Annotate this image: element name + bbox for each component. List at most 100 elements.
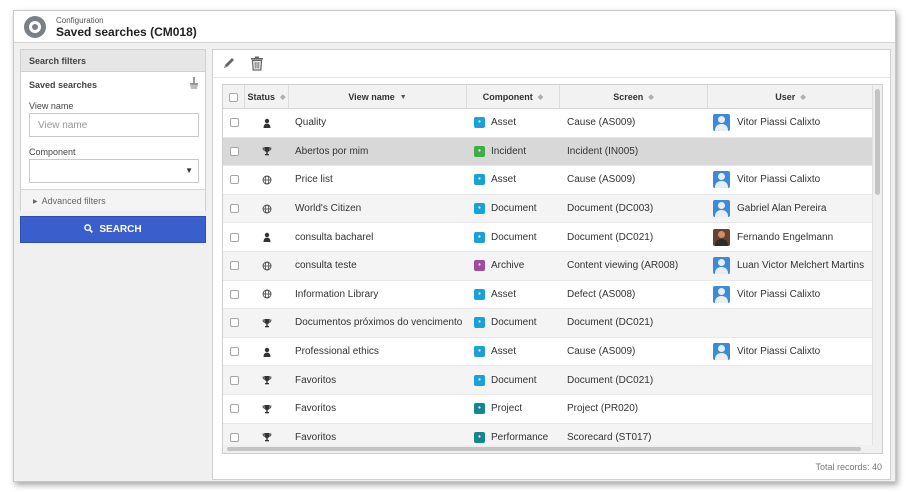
- view-name-cell: Professional ethics: [295, 346, 379, 358]
- screen-cell: Cause (AS009): [567, 117, 636, 129]
- component-name: Project: [491, 403, 523, 415]
- row-checkbox[interactable]: [229, 432, 239, 442]
- row-checkbox[interactable]: [229, 232, 239, 242]
- screen-cell: Content viewing (AR008): [567, 260, 679, 272]
- advanced-filters-toggle[interactable]: ▶ Advanced filters: [21, 189, 205, 211]
- user-cell: Fernando Engelmann: [708, 223, 873, 251]
- globe-icon: [245, 195, 289, 223]
- screen-column-header[interactable]: Screen ◆: [560, 85, 708, 109]
- table-row[interactable]: Quality • Asset Cause (AS009) Vitor Piassi C…: [223, 109, 873, 138]
- status-column-header[interactable]: Status ◆: [245, 85, 289, 109]
- expand-triangle-icon: ▶: [33, 199, 38, 206]
- user-avatar: [713, 228, 730, 246]
- person-icon: [245, 223, 289, 251]
- horizontal-scroll-thumb[interactable]: [227, 447, 861, 451]
- screen-cell: Project (PR020): [567, 403, 639, 415]
- screen-cell: Document (DC003): [567, 203, 654, 215]
- row-checkbox[interactable]: [229, 175, 239, 185]
- table-row[interactable]: Price list • Asset Cause (AS009) Vitor Piass…: [223, 166, 873, 195]
- table-row[interactable]: Professional ethics • Asset Cause (AS009) Vi…: [223, 338, 873, 367]
- component-name: Incident: [491, 145, 527, 157]
- row-checkbox[interactable]: [229, 118, 239, 128]
- clear-filters-icon[interactable]: [189, 77, 199, 89]
- table-row[interactable]: World's Citizen • Document Document (DC003)…: [223, 194, 873, 224]
- table-row[interactable]: Information Library • Asset Defect (AS008) V…: [223, 281, 873, 310]
- table-row[interactable]: consulta teste • Archive Content viewing (A…: [223, 252, 873, 281]
- view-name-input[interactable]: [29, 113, 199, 137]
- sort-icon: ◆: [280, 94, 286, 101]
- user-avatar: [713, 114, 730, 132]
- grid-header: Status ◆ View name ▼ Component ◆ Screen ◆ Us…: [223, 85, 873, 109]
- advanced-filters-label: Advanced filters: [41, 196, 106, 206]
- component-label: Component: [29, 147, 76, 157]
- component-icon: •: [474, 231, 485, 243]
- sort-icon: ◆: [648, 94, 654, 101]
- screen-cell: Cause (AS009): [567, 346, 636, 358]
- user-name: Vitor Piassi Calixto: [737, 117, 821, 129]
- globe-icon: [245, 281, 289, 309]
- results-panel: Status ◆ View name ▼ Component ◆ Screen ◆ Us…: [212, 49, 891, 480]
- user-header-label: User: [775, 92, 796, 102]
- row-checkbox[interactable]: [229, 347, 239, 357]
- screen-cell: Defect (AS008): [567, 288, 636, 300]
- component-column-header[interactable]: Component ◆: [467, 85, 560, 109]
- component-select[interactable]: ▼: [29, 159, 199, 183]
- table-row[interactable]: Documentos próximos do vencimento • Docume…: [223, 309, 873, 338]
- component-cell: • Asset: [467, 338, 560, 366]
- select-all-checkbox[interactable]: [229, 92, 238, 102]
- pencil-icon[interactable]: [221, 56, 237, 72]
- saved-searches-label: Saved searches: [29, 80, 98, 90]
- component-cell: • Asset: [467, 166, 560, 194]
- component-name: Document: [491, 203, 537, 215]
- horizontal-scrollbar[interactable]: [223, 445, 873, 453]
- table-row[interactable]: consulta bacharel • Document Document (DC02…: [223, 223, 873, 252]
- row-checkbox[interactable]: [229, 404, 239, 414]
- component-name: Archive: [491, 260, 525, 272]
- trophy-icon: [245, 309, 289, 337]
- user-avatar: [713, 171, 730, 189]
- vertical-scrollbar[interactable]: [872, 85, 882, 453]
- view-name-cell: Documentos próximos do vencimento: [295, 317, 463, 329]
- search-button[interactable]: SEARCH: [20, 216, 206, 243]
- view-name-cell: Information Library: [295, 288, 379, 300]
- row-checkbox[interactable]: [229, 289, 239, 299]
- user-column-header[interactable]: User ◆: [708, 85, 873, 109]
- user-cell: Luan Victor Melchert Martins: [708, 252, 873, 280]
- select-all-checkbox-cell: [223, 85, 245, 109]
- view-name-cell: consulta bacharel: [295, 231, 374, 243]
- person-icon: [245, 338, 289, 366]
- view-name-cell: Price list: [295, 174, 333, 186]
- table-row[interactable]: Favoritos • Document Document (DC021): [223, 366, 873, 395]
- screen-cell: Document (DC021): [567, 317, 654, 329]
- user-name: Luan Victor Melchert Martins: [737, 260, 865, 272]
- row-checkbox-cell: [223, 252, 245, 280]
- component-icon: •: [474, 260, 485, 272]
- vertical-scroll-thumb[interactable]: [875, 89, 880, 195]
- row-checkbox[interactable]: [229, 204, 239, 214]
- row-checkbox[interactable]: [229, 318, 239, 328]
- table-row[interactable]: Favoritos • Project Project (PR020): [223, 395, 873, 424]
- trophy-icon: [245, 138, 289, 166]
- component-icon: •: [474, 174, 485, 186]
- component-icon: •: [474, 317, 485, 329]
- view-name-cell: Favoritos: [295, 374, 337, 386]
- component-icon: •: [474, 374, 485, 386]
- screen-header-label: Screen: [613, 92, 644, 102]
- component-icon: •: [474, 203, 485, 215]
- component-cell: • Document: [467, 195, 560, 223]
- row-checkbox-cell: [223, 138, 245, 166]
- user-cell: [708, 138, 873, 166]
- person-icon: [245, 109, 289, 137]
- view-name-cell: Favoritos: [295, 403, 337, 415]
- trash-icon[interactable]: [249, 56, 265, 72]
- view-name-column-header[interactable]: View name ▼: [289, 85, 467, 109]
- row-checkbox[interactable]: [229, 146, 239, 156]
- user-avatar: [713, 200, 730, 218]
- component-icon: •: [474, 346, 485, 358]
- table-row[interactable]: Abertos por mim • Incident Incident (IN005): [223, 137, 873, 167]
- row-checkbox[interactable]: [229, 375, 239, 385]
- user-cell: Gabriel Alan Pereira: [708, 195, 873, 223]
- view-name-cell: Quality: [295, 117, 327, 129]
- row-checkbox[interactable]: [229, 261, 239, 271]
- component-cell: • Asset: [467, 281, 560, 309]
